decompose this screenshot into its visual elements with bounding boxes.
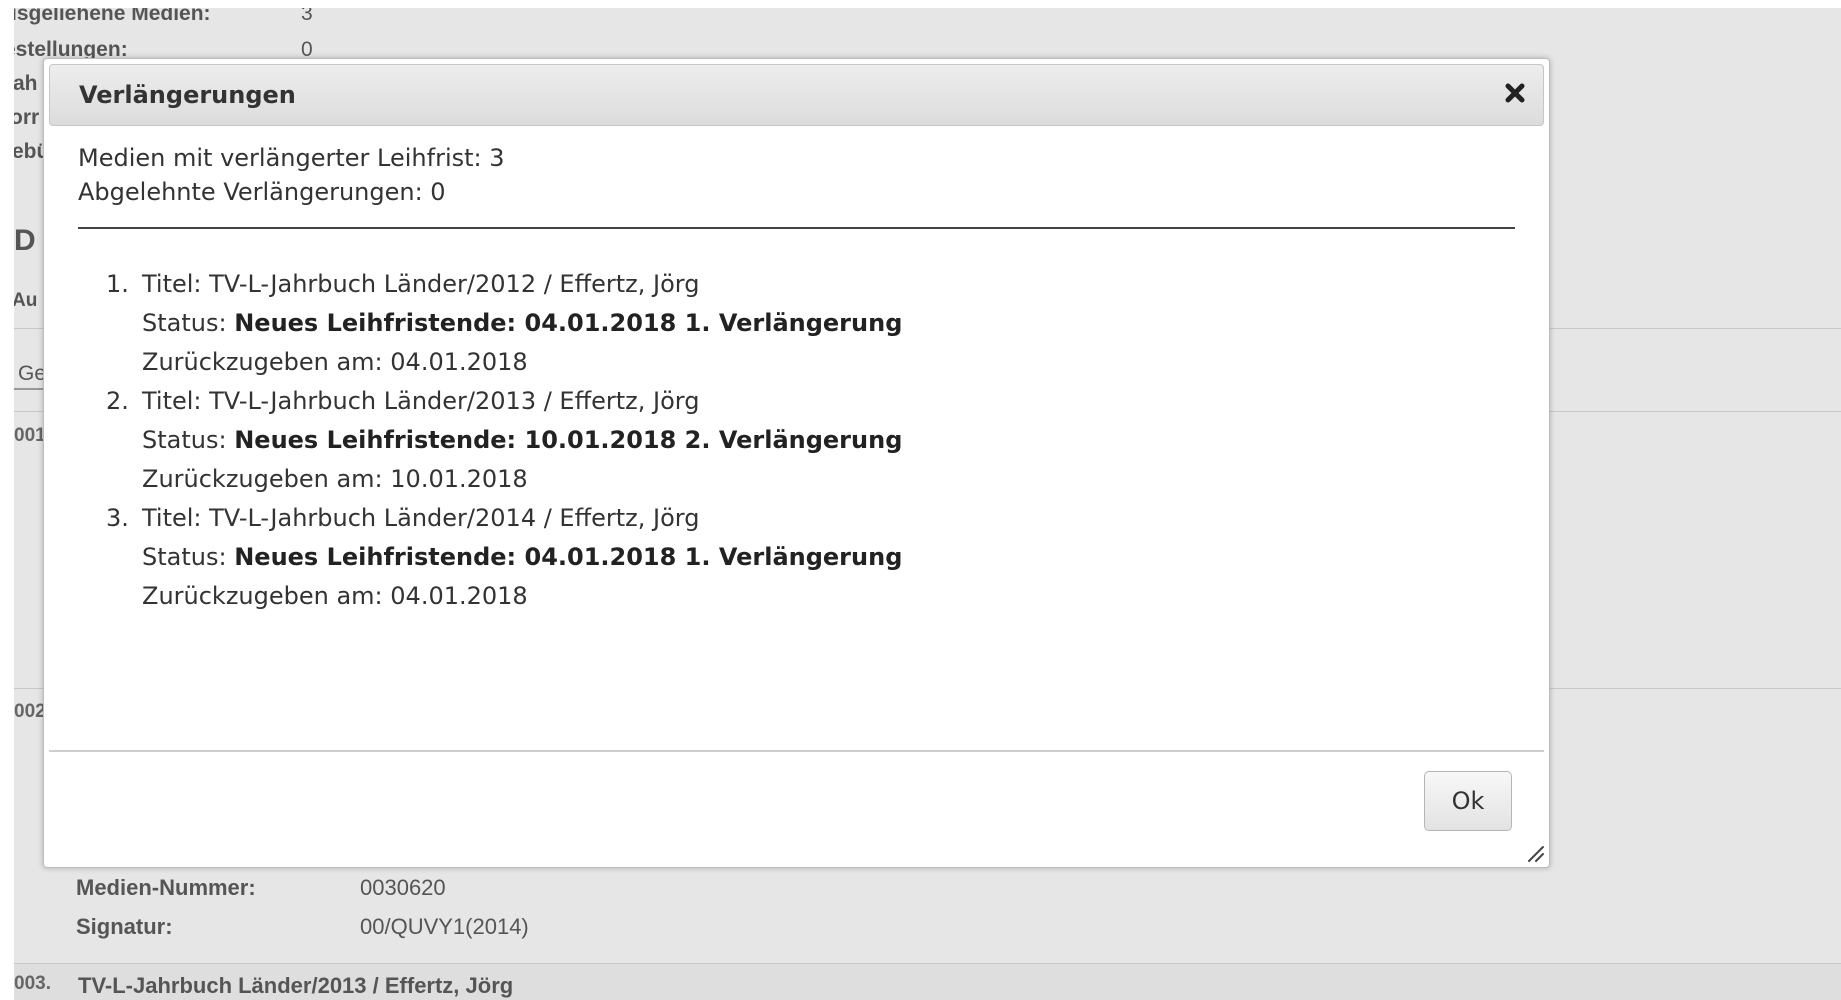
item-status: Status: Neues Leihfristende: 04.01.2018 … <box>142 538 1515 577</box>
row-number: 003. <box>14 973 51 994</box>
item-status: Status: Neues Leihfristende: 10.01.2018 … <box>142 421 1515 460</box>
info-value: 3 <box>301 8 313 25</box>
list-item: 2. Titel: TV-L-Jahrbuch Länder/2013 / Ef… <box>78 382 1515 499</box>
item-number: 2. <box>106 387 129 415</box>
renewal-list: 1. Titel: TV-L-Jahrbuch Länder/2012 / Ef… <box>78 265 1515 616</box>
item-title: Titel: TV-L-Jahrbuch Länder/2012 / Effer… <box>142 270 700 298</box>
list-item: 1. Titel: TV-L-Jahrbuch Länder/2012 / Ef… <box>78 265 1515 382</box>
renewals-dialog: Verlängerungen Medien mit verlängerter L… <box>43 58 1550 868</box>
info-label-fragment: orr <box>14 106 40 129</box>
dialog-titlebar[interactable]: Verlängerungen <box>49 64 1544 126</box>
item-return-date: Zurückzugeben am: 04.01.2018 <box>142 348 528 376</box>
status-value: Neues Leihfristende: 10.01.2018 2. Verlä… <box>234 426 903 454</box>
list-item-title[interactable]: TV-L-Jahrbuch Länder/2013 / Effertz, Jör… <box>78 973 513 999</box>
signature-value: 00/QUVY1(2014) <box>360 914 529 939</box>
close-icon[interactable] <box>1501 79 1529 107</box>
item-return-date: Zurückzugeben am: 04.01.2018 <box>142 582 528 610</box>
list-item: 3. Titel: TV-L-Jahrbuch Länder/2014 / Ef… <box>78 499 1515 616</box>
row-number: 002 <box>14 701 46 722</box>
summary-extended: Medien mit verlängerter Leihfrist: 3 <box>78 144 505 172</box>
media-number-value: 0030620 <box>360 875 446 900</box>
status-value: Neues Leihfristende: 04.01.2018 1. Verlä… <box>234 543 903 571</box>
status-label: Status: <box>142 309 235 337</box>
item-status: Status: Neues Leihfristende: 04.01.2018 … <box>142 304 1515 343</box>
content-divider <box>78 227 1515 229</box>
item-number: 3. <box>106 504 129 532</box>
item-title: Titel: TV-L-Jahrbuch Länder/2013 / Effer… <box>142 387 700 415</box>
status-label: Status: <box>142 426 235 454</box>
summary-rejected: Abgelehnte Verlängerungen: 0 <box>78 178 446 206</box>
item-number: 1. <box>106 270 129 298</box>
dialog-title: Verlängerungen <box>79 81 296 109</box>
dialog-content: Medien mit verlängerter Leihfrist: 3 Abg… <box>78 141 1515 616</box>
info-label: usgeliehene Medien: <box>14 8 211 25</box>
section-subtitle: Au <box>14 290 38 311</box>
resize-grip-icon[interactable] <box>1523 841 1545 863</box>
item-title: Titel: TV-L-Jahrbuch Länder/2014 / Effer… <box>142 504 700 532</box>
signature-label: Signatur: <box>76 914 173 939</box>
ok-button[interactable]: Ok <box>1424 771 1512 831</box>
item-return-date: Zurückzugeben am: 10.01.2018 <box>142 465 528 493</box>
row-number: 001 <box>14 425 46 446</box>
media-number-label: Medien-Nummer: <box>76 875 256 900</box>
section-title: D <box>14 224 36 257</box>
status-label: Status: <box>142 543 235 571</box>
status-value: Neues Leihfristende: 04.01.2018 1. Verlä… <box>234 309 903 337</box>
info-label-fragment: ah <box>14 72 38 95</box>
footer-divider <box>49 750 1544 752</box>
